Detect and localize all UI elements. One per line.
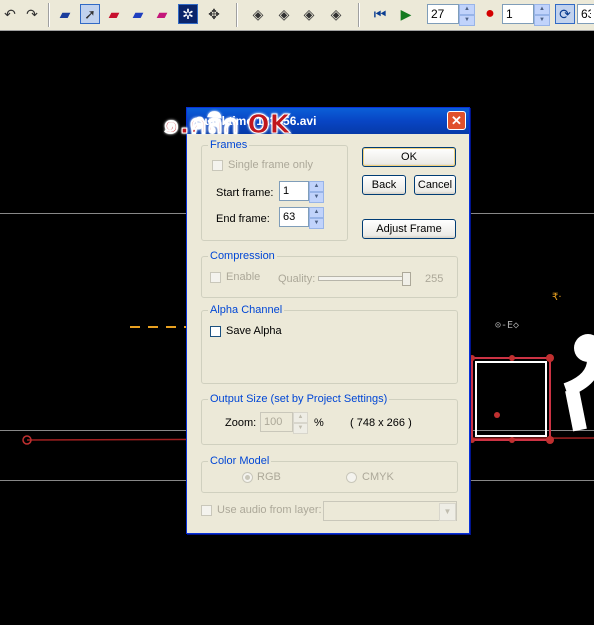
main-toolbar: ↶ ↷ ▰ ➚ ▰ ▰ ▰ ✲ ✥ ◈ ◈ ◈ ◈ ⏮ ▶ ▲▼ ● ▲▼ ⟳ — [0, 0, 594, 31]
frame-input[interactable] — [428, 5, 458, 23]
spin-up-icon[interactable]: ▲ — [293, 412, 308, 423]
audio-layer-select[interactable] — [323, 501, 457, 521]
close-icon[interactable]: ✕ — [447, 111, 466, 130]
zoom-label: Zoom: — [225, 417, 257, 429]
record-input[interactable] — [503, 5, 533, 23]
svg-text:₹·: ₹· — [552, 292, 562, 303]
quality-slider-thumb[interactable] — [402, 272, 411, 286]
output-size-group-label: Output Size (set by Project Settings) — [208, 393, 390, 405]
svg-text:⊙-E◇: ⊙-E◇ — [495, 320, 519, 331]
loop-input[interactable] — [578, 5, 594, 23]
skeleton-icon[interactable]: ✲ — [178, 4, 198, 24]
first-frame-icon[interactable]: ⏮ — [370, 4, 390, 24]
spin-down-icon[interactable]: ▼ — [309, 192, 324, 203]
select-arrow-icon[interactable]: ➚ — [80, 4, 100, 24]
spin-up-icon[interactable]: ▲ — [309, 207, 324, 218]
quality-slider[interactable] — [318, 276, 410, 281]
cancel-button[interactable]: Cancel — [414, 175, 456, 195]
start-frame-label: Start frame: — [216, 187, 274, 199]
quality-value: 255 — [425, 273, 444, 285]
start-frame-spinner[interactable]: ▲ ▼ — [309, 181, 324, 203]
frame-field[interactable] — [427, 4, 459, 24]
rgb-radio[interactable] — [242, 472, 253, 483]
advance-icon[interactable]: ◈ — [326, 4, 346, 24]
spin-down-icon[interactable]: ▼ — [293, 423, 308, 434]
record-icon[interactable]: ● — [480, 4, 500, 24]
redo-icon[interactable]: ↷ — [22, 4, 42, 24]
cmyk-radio[interactable] — [346, 472, 357, 483]
color-model-group-label: Color Model — [208, 455, 272, 467]
quality-label: Quality: — [278, 273, 316, 285]
tutorial-annotation: ๑.คลิก OK — [163, 110, 291, 141]
output-dimensions: ( 748 x 266 ) — [350, 417, 412, 429]
rotate-icon[interactable]: ◈ — [299, 4, 319, 24]
frame-spinner[interactable]: ▲ ▼ — [459, 4, 475, 26]
toolbar-separator — [236, 3, 238, 27]
toolbar-separator — [358, 3, 360, 27]
color-model-group: Color Model — [201, 455, 458, 493]
red-bone-icon[interactable]: ▰ — [104, 4, 124, 24]
pink-layer-icon[interactable]: ▰ — [152, 4, 172, 24]
spin-down-icon[interactable]: ▼ — [309, 218, 324, 229]
book-icon[interactable]: ▰ — [55, 4, 75, 24]
rgb-label: RGB — [257, 471, 281, 483]
zoom-spinner[interactable]: ▲ ▼ — [293, 412, 308, 434]
alpha-channel-group-label: Alpha Channel — [208, 304, 285, 316]
use-audio-checkbox[interactable] — [201, 505, 212, 516]
save-alpha-checkbox[interactable] — [210, 326, 221, 337]
back-button[interactable]: Back — [362, 175, 406, 195]
toolbar-separator — [48, 3, 50, 27]
use-audio-label: Use audio from layer: — [217, 504, 322, 516]
ok-button[interactable]: OK — [362, 147, 456, 167]
enable-compression-checkbox[interactable] — [210, 272, 221, 283]
spin-down-icon[interactable]: ▼ — [459, 15, 475, 26]
end-frame-field[interactable]: 63 — [279, 207, 309, 227]
adjust-frame-button[interactable]: Adjust Frame — [362, 219, 456, 239]
zoom-field[interactable]: 100 — [260, 412, 293, 432]
record-field[interactable] — [502, 4, 534, 24]
blue-layer-icon[interactable]: ▰ — [128, 4, 148, 24]
end-frame-label: End frame: — [216, 213, 270, 225]
end-frame-spinner[interactable]: ▲ ▼ — [309, 207, 324, 229]
single-frame-label: Single frame only — [228, 159, 313, 171]
spin-up-icon[interactable]: ▲ — [534, 4, 550, 15]
export-dialog: Quicktime 123456.avi ✕ Frames Single fra… — [186, 107, 470, 534]
loop-icon[interactable]: ⟳ — [555, 4, 575, 24]
spin-down-icon[interactable]: ▼ — [534, 15, 550, 26]
zoom-percent-label: % — [314, 417, 324, 429]
record-spinner[interactable]: ▲ ▼ — [534, 4, 550, 26]
spin-up-icon[interactable]: ▲ — [309, 181, 324, 192]
forward-step-icon[interactable]: ◈ — [274, 4, 294, 24]
play-icon[interactable]: ▶ — [396, 4, 416, 24]
translate-icon[interactable]: ✥ — [204, 4, 224, 24]
loop-field[interactable] — [577, 4, 594, 24]
spin-up-icon[interactable]: ▲ — [459, 4, 475, 15]
undo-icon[interactable]: ↶ — [0, 4, 20, 24]
alpha-channel-group: Alpha Channel — [201, 304, 458, 384]
cmyk-label: CMYK — [362, 471, 394, 483]
start-frame-field[interactable]: 1 — [279, 181, 309, 201]
chevron-down-icon[interactable]: ▼ — [439, 503, 456, 521]
save-alpha-label: Save Alpha — [226, 325, 282, 337]
compression-group-label: Compression — [208, 250, 277, 262]
rewind-icon[interactable]: ◈ — [248, 4, 268, 24]
enable-label: Enable — [226, 271, 261, 283]
single-frame-checkbox[interactable] — [212, 160, 223, 171]
